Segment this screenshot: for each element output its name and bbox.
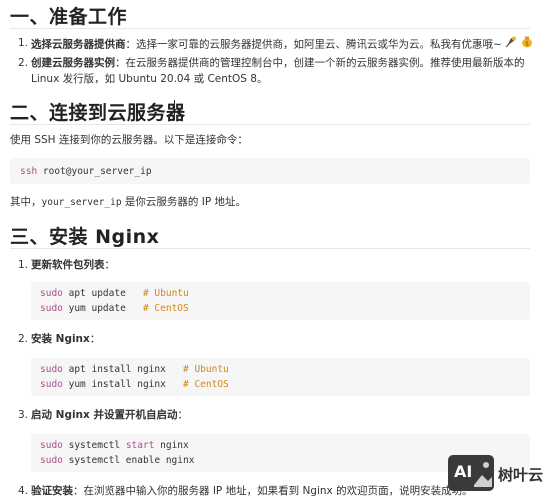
code-line: sudo apt install nginx # Ubuntu <box>40 362 229 377</box>
code-text: nginx <box>154 440 189 451</box>
note-text: 其中， <box>10 196 42 208</box>
list-item-title: 选择云服务器提供商 <box>31 38 126 51</box>
code-text: systemctl <box>62 440 126 451</box>
code-line: sudo systemctl start nginx <box>40 438 189 453</box>
list-item-text: ：选择一家可靠的云服务器提供商，如阿里云、腾讯云或华为云。私我有优惠哦~ <box>125 38 502 51</box>
step-title: 验证安装 <box>31 485 73 497</box>
list-item-title: 创建云服务器实例 <box>31 57 115 69</box>
code-keyword: start <box>125 440 155 451</box>
step-update-packages: 更新软件包列表： <box>31 257 115 274</box>
heading-divider <box>10 248 530 249</box>
code-line: ssh root@your_server_ip <box>20 164 152 179</box>
code-text: yum update <box>62 303 143 314</box>
step-colon: ： <box>89 333 101 345</box>
code-comment: # CentOS <box>142 303 189 314</box>
code-keyword: sudo <box>40 379 63 390</box>
code-keyword: sudo <box>40 455 63 466</box>
code-keyword: sudo <box>40 303 63 314</box>
code-line: sudo apt update # Ubuntu <box>40 286 189 301</box>
svg-text:$: $ <box>526 41 530 48</box>
watermark-badge-text: AI <box>454 462 472 481</box>
list-number: 4. <box>18 485 29 497</box>
ssh-code-block: ssh root@your_server_ip <box>10 158 530 184</box>
heading-divider <box>10 124 530 125</box>
section-heading-install-nginx: 三、安装 Nginx <box>10 226 160 248</box>
code-line: sudo systemctl enable nginx <box>40 453 194 468</box>
code-keyword: sudo <box>40 288 63 299</box>
list-number: 2. <box>18 333 29 345</box>
text-cursor <box>174 100 175 120</box>
code-comment: # Ubuntu <box>142 288 189 299</box>
list-number: 3. <box>18 409 29 421</box>
step-colon: ： <box>177 409 188 421</box>
step-colon: ： <box>104 259 116 271</box>
list-item-text: ：在云服务器提供商的管理控制台中，创建一个新的云服务器实例。推荐使用最新版本的 <box>115 57 525 69</box>
code-line: sudo yum install nginx # CentOS <box>40 377 229 392</box>
heading-divider <box>10 28 530 29</box>
list-number: 1. <box>18 259 29 271</box>
code-keyword: sudo <box>40 364 63 375</box>
note-text: 是你云服务器的 IP 地址。 <box>121 196 247 208</box>
code-text: apt install nginx <box>62 364 183 375</box>
money-bag-emoji-icon: $ <box>521 35 533 54</box>
list-item-choose-provider: 选择云服务器提供商：选择一家可靠的云服务器提供商，如阿里云、腾讯云或华为云。私我… <box>31 35 543 54</box>
section-heading-prepare: 一、准备工作 <box>10 6 128 28</box>
list-number: 1. <box>18 37 29 49</box>
step-text: ：在浏览器中输入你的服务器 IP 地址，如果看到 Nginx 的欢迎页面，说明安… <box>73 485 473 497</box>
code-text: yum install nginx <box>62 379 183 390</box>
inline-code-server-ip: your_server_ip <box>41 197 122 208</box>
watermark-brand-name: 树叶云 <box>498 466 543 484</box>
rocket-emoji-icon <box>505 35 518 54</box>
code-keyword: sudo <box>40 440 63 451</box>
list-number: 2. <box>18 57 29 69</box>
code-line: sudo yum update # CentOS <box>40 301 189 316</box>
code-text: systemctl enable nginx <box>62 455 195 466</box>
ip-note: 其中，your_server_ip 是你云服务器的 IP 地址。 <box>10 194 540 211</box>
update-code-block: sudo apt update # Ubuntu sudo yum update… <box>31 282 530 320</box>
connect-intro-text: 使用 SSH 连接到你的云服务器。以下是连接命令： <box>10 134 248 146</box>
step-install-nginx: 安装 Nginx： <box>31 331 100 348</box>
step-title: 更新软件包列表 <box>31 259 105 271</box>
watermark-logo: AI 树叶云 <box>448 455 548 497</box>
list-item-text-continued: Linux 发行版，如 Ubuntu 20.04 或 CentOS 8。 <box>31 73 268 85</box>
step-title: 启动 Nginx 并设置开机自启动 <box>31 409 178 421</box>
code-text: apt update <box>62 288 143 299</box>
code-text: root@your_server_ip <box>37 166 152 177</box>
install-code-block: sudo apt install nginx # Ubuntu sudo yum… <box>31 358 530 396</box>
article: 一、准备工作 1. 选择云服务器提供商：选择一家可靠的云服务器提供商，如阿里云、… <box>0 0 551 500</box>
section-heading-connect: 二、连接到云服务器 <box>10 102 186 124</box>
step-start-enable: 启动 Nginx 并设置开机自启动： <box>31 407 188 424</box>
list-item-create-instance: 创建云服务器实例：在云服务器提供商的管理控制台中，创建一个新的云服务器实例。推荐… <box>31 55 546 72</box>
code-keyword: ssh <box>20 166 38 177</box>
code-comment: # CentOS <box>183 379 229 390</box>
step-title: 安装 Nginx <box>31 333 90 345</box>
code-comment: # Ubuntu <box>183 364 229 375</box>
